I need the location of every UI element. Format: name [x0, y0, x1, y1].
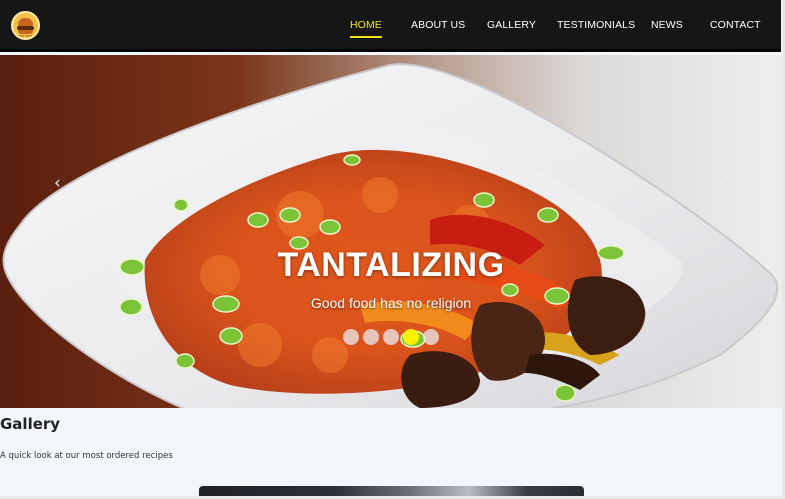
nav-gallery[interactable]: GALLERY	[487, 19, 536, 31]
hero-title: TANTALIZING	[277, 246, 505, 284]
carousel-dot-3[interactable]	[383, 329, 399, 345]
gallery-heading: Gallery	[0, 415, 61, 433]
carousel-dot-5[interactable]	[423, 329, 439, 345]
nav-home[interactable]: HOME	[350, 19, 382, 38]
page: EAT SIDE HOME ABOUT US GALLERY TESTIMONI…	[0, 0, 785, 499]
navbar: EAT SIDE HOME ABOUT US GALLERY TESTIMONI…	[0, 0, 781, 52]
carousel-dot-4[interactable]	[403, 329, 419, 345]
hero-food-image	[0, 55, 782, 408]
nav-testimonials[interactable]: TESTIMONIALS	[557, 19, 635, 31]
carousel-dot-2[interactable]	[363, 329, 379, 345]
nav-news[interactable]: NEWS	[651, 19, 683, 31]
gallery-subtitle: A quick look at our most ordered recipes	[0, 451, 173, 461]
main-nav: HOME ABOUT US GALLERY TESTIMONIALS NEWS …	[0, 19, 785, 39]
nav-contact[interactable]: CONTACT	[710, 19, 761, 31]
chevron-right-icon[interactable]: ›	[717, 173, 724, 193]
hero-subtitle: Good food has no religion	[310, 295, 472, 311]
nav-about-us[interactable]: ABOUT US	[411, 19, 465, 31]
carousel-dot-1[interactable]	[343, 329, 359, 345]
hero-carousel[interactable]: ‹ › TANTALIZING Good food has no religio…	[0, 55, 782, 408]
chevron-left-icon[interactable]: ‹	[54, 173, 61, 193]
